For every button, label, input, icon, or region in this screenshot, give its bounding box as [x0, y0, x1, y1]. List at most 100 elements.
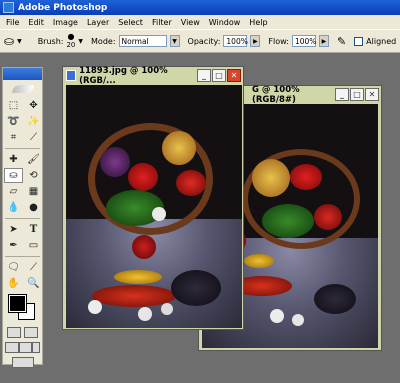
maximize-icon: □ [215, 71, 223, 80]
divider [5, 256, 40, 257]
brush-picker[interactable]: ● 20 [66, 33, 76, 50]
minimize-button[interactable]: _ [335, 88, 349, 101]
menu-help[interactable]: Help [249, 18, 267, 27]
tool-grid: ⬚ ✥ ➰ ✨ ⌗ ⟋ [3, 98, 42, 145]
maximize-icon: □ [353, 90, 361, 99]
document-title-bar[interactable]: 11893.jpg @ 100% (RGB/... _ □ ✕ [63, 65, 243, 86]
chevron-right-icon: ▶ [253, 37, 258, 45]
shape-tool-icon[interactable]: ▭ [24, 238, 43, 253]
quick-mask-mode-icon[interactable] [24, 327, 39, 338]
maximize-button[interactable]: □ [212, 69, 226, 82]
hand-tool-icon[interactable]: ✋ [4, 276, 23, 291]
app-title: Adobe Photoshop [18, 2, 108, 13]
tool-grid: ✚ 🖌 ⛀ ⟲ ▱ ▦ 💧 ● [3, 152, 42, 215]
dodge-tool-icon[interactable]: ● [24, 200, 43, 215]
opacity-value: 100% [226, 36, 248, 46]
path-select-tool-icon[interactable]: ➤ [4, 222, 23, 237]
adobe-online-button[interactable] [3, 80, 42, 98]
menu-select[interactable]: Select [118, 18, 143, 27]
crop-tool-icon[interactable]: ⌗ [4, 130, 23, 145]
aligned-checkbox[interactable] [354, 36, 364, 46]
flow-slider-button[interactable]: ▶ [318, 35, 329, 47]
vegetable [161, 303, 173, 315]
vegetable [270, 309, 284, 323]
image-canvas-1[interactable] [66, 85, 242, 328]
menu-edit[interactable]: Edit [28, 18, 44, 27]
close-button[interactable]: ✕ [227, 69, 241, 82]
notes-tool-icon[interactable]: 🗨 [4, 260, 23, 275]
vegetable [171, 270, 221, 306]
gradient-tool-icon[interactable]: ▦ [24, 184, 43, 199]
window-controls: _ □ ✕ [335, 88, 381, 101]
vegetable [128, 163, 158, 191]
flow-input[interactable]: 100% [291, 35, 316, 47]
vegetable [290, 164, 322, 190]
clone-stamp-tool-preset-icon[interactable]: ⛀ [4, 34, 14, 48]
menu-layer[interactable]: Layer [87, 18, 109, 27]
divider [5, 148, 40, 149]
vegetable [262, 204, 314, 238]
vegetable [176, 170, 206, 196]
aligned-label: Aligned [366, 36, 397, 46]
tool-palette-header[interactable] [3, 68, 42, 80]
menu-view[interactable]: View [181, 18, 200, 27]
document-title: 11893.jpg @ 100% (RGB/... [79, 65, 168, 86]
chevron-down-icon[interactable]: ▼ [78, 38, 83, 45]
close-button[interactable]: ✕ [365, 88, 379, 101]
eraser-tool-icon[interactable]: ▱ [4, 184, 23, 199]
pen-tool-icon[interactable]: ✒ [4, 238, 23, 253]
vegetable [252, 159, 290, 197]
foreground-color-swatch[interactable] [8, 294, 27, 313]
slice-tool-icon[interactable]: ⟋ [24, 130, 43, 145]
mode-select[interactable]: Normal [118, 35, 167, 47]
menu-image[interactable]: Image [53, 18, 78, 27]
screen-mode-full-icon[interactable] [32, 342, 40, 353]
chevron-down-icon[interactable]: ▼ [17, 38, 22, 45]
minimize-button[interactable]: _ [197, 69, 211, 82]
feather-icon [11, 85, 34, 93]
mode-value: Normal [121, 36, 149, 46]
zoom-tool-icon[interactable]: 🔍 [24, 276, 43, 291]
menu-file[interactable]: File [6, 18, 19, 27]
jump-buttons [3, 355, 42, 370]
marquee-tool-icon[interactable]: ⬚ [4, 98, 23, 113]
mode-dropdown-button[interactable]: ▼ [169, 35, 180, 47]
eyedropper-tool-icon[interactable]: ⟋ [24, 260, 43, 275]
blur-tool-icon[interactable]: 💧 [4, 200, 23, 215]
options-bar: ⛀ ▼ Brush: ● 20 ▼ Mode: Normal ▼ Opacity… [0, 29, 400, 53]
menu-window[interactable]: Window [209, 18, 241, 27]
healing-brush-tool-icon[interactable]: ✚ [4, 152, 23, 167]
document-title: G @ 100% (RGB/8#) [252, 84, 300, 105]
mode-label: Mode: [91, 36, 116, 46]
menu-filter[interactable]: Filter [152, 18, 172, 27]
minimize-icon: _ [202, 71, 206, 80]
opacity-slider-button[interactable]: ▶ [250, 35, 261, 47]
document-window-1[interactable]: 11893.jpg @ 100% (RGB/... _ □ ✕ [62, 66, 244, 330]
vegetable [88, 300, 102, 314]
maximize-button[interactable]: □ [350, 88, 364, 101]
jump-to-imageready-icon[interactable] [11, 357, 34, 368]
brush-size: 20 [66, 41, 76, 49]
chevron-down-icon: ▼ [172, 37, 177, 45]
magic-wand-tool-icon[interactable]: ✨ [24, 114, 43, 129]
history-brush-tool-icon[interactable]: ⟲ [24, 168, 43, 183]
vegetable [314, 204, 342, 230]
vegetable [244, 254, 274, 268]
tool-grid: 🗨 ⟋ ✋ 🔍 [3, 260, 42, 291]
screen-mode-full-menu-icon[interactable] [18, 342, 33, 353]
clone-stamp-tool-icon[interactable]: ⛀ [4, 168, 23, 183]
opacity-input[interactable]: 100% [223, 35, 248, 47]
screen-mode-standard-icon[interactable] [5, 342, 19, 353]
brush-label: Brush: [37, 36, 64, 46]
close-icon: ✕ [230, 71, 238, 80]
standard-mode-icon[interactable] [6, 327, 21, 338]
window-controls: _ □ ✕ [197, 69, 243, 82]
lasso-tool-icon[interactable]: ➰ [4, 114, 23, 129]
minimize-icon: _ [340, 90, 344, 99]
vegetable [314, 284, 356, 314]
type-tool-icon[interactable]: T [24, 222, 43, 237]
airbrush-icon[interactable]: ✎ [337, 35, 346, 48]
move-tool-icon[interactable]: ✥ [24, 98, 43, 113]
opacity-label: Opacity: [187, 36, 221, 46]
brush-tool-icon[interactable]: 🖌 [24, 152, 43, 167]
